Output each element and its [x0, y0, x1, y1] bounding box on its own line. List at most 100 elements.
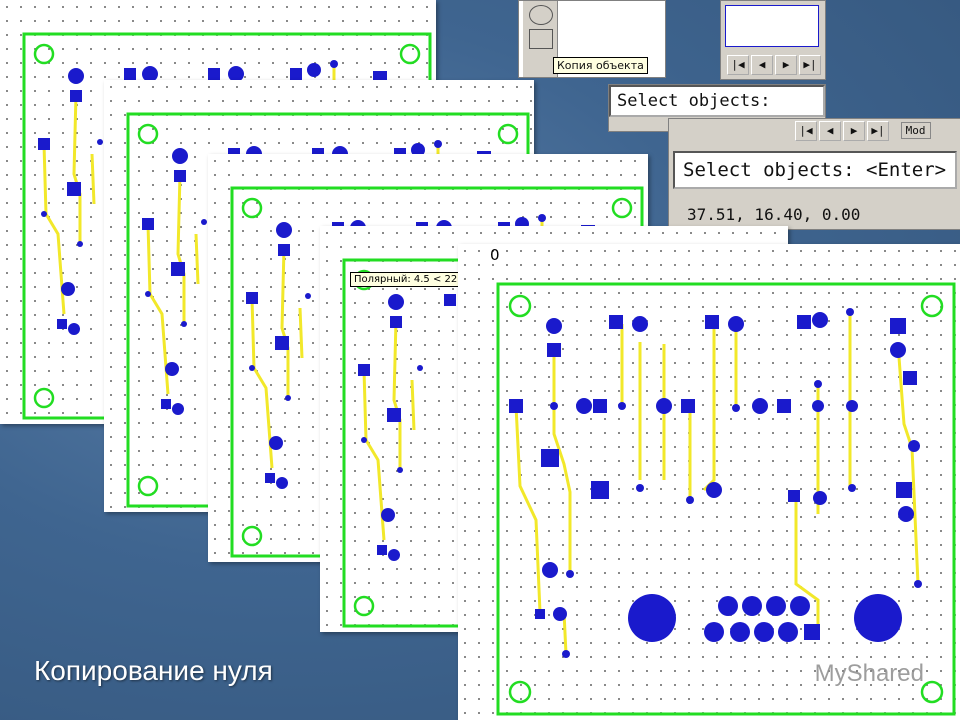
pad-round [276, 477, 288, 489]
mounting-hole [920, 294, 944, 318]
mounting-hole [137, 123, 159, 145]
mounting-hole [241, 525, 263, 547]
pad-round [812, 312, 828, 328]
cad-toolbar: Копия объекта [518, 0, 666, 78]
nav-last-icon[interactable]: ▶| [799, 55, 821, 75]
pad-round [388, 294, 404, 310]
pad-square [275, 336, 289, 350]
pad-round [566, 570, 574, 578]
pad-round [846, 308, 854, 316]
pad-square [609, 315, 623, 329]
pad-square [142, 218, 154, 230]
pad-round [813, 491, 827, 505]
mounting-hole [33, 43, 55, 65]
pad-round [636, 484, 644, 492]
pad-square [777, 399, 791, 413]
pad-square [358, 364, 370, 376]
pad-round [68, 323, 80, 335]
pad-round [172, 403, 184, 415]
pad-round [656, 398, 672, 414]
pad-round [381, 508, 395, 522]
nav-first-icon[interactable]: |◀ [727, 55, 749, 75]
pad-round [728, 316, 744, 332]
pad-square [161, 399, 171, 409]
pad-square [896, 482, 912, 498]
pad-round [854, 594, 902, 642]
pad-round [307, 63, 321, 77]
copy-object-tooltip: Копия объекта [553, 57, 648, 74]
pad-square [535, 609, 545, 619]
pad-round [730, 622, 750, 642]
pad-round [890, 342, 906, 358]
nav-first-icon[interactable]: |◀ [795, 121, 817, 141]
pad-round [41, 211, 47, 217]
pad-round [68, 68, 84, 84]
pad-round [553, 607, 567, 621]
pad-round [388, 549, 400, 561]
pad-round [914, 580, 922, 588]
pad-round [778, 622, 798, 642]
trace [146, 223, 170, 395]
tab-mod[interactable]: Mod [900, 122, 931, 139]
pad-square [67, 182, 81, 196]
nav-prev-icon[interactable]: ◀ [751, 55, 773, 75]
pad-round [61, 282, 75, 296]
nav-next-icon[interactable]: ▶ [843, 121, 865, 141]
pad-square [797, 315, 811, 329]
pad-round [898, 506, 914, 522]
nav-next-icon[interactable]: ▶ [775, 55, 797, 75]
pad-round [686, 496, 694, 504]
trace [298, 307, 304, 359]
trace [410, 379, 416, 431]
pad-round [550, 402, 558, 410]
trace [250, 297, 274, 469]
command-prompt-2[interactable]: Select objects: <Enter> [673, 151, 957, 189]
copy-object-icon[interactable] [529, 5, 553, 25]
pad-square [290, 68, 302, 80]
trace [280, 247, 290, 398]
pad-round [576, 398, 592, 414]
mounting-hole [399, 43, 421, 65]
trace [392, 319, 402, 470]
nav-prev-icon[interactable]: ◀ [819, 121, 841, 141]
nav-last-icon[interactable]: ▶| [867, 121, 889, 141]
mounting-hole [508, 680, 532, 704]
pad-square [903, 371, 917, 385]
move-icon[interactable] [529, 29, 553, 49]
pad-round [165, 362, 179, 376]
pad-round [790, 596, 810, 616]
pad-round [542, 562, 558, 578]
pad-round [285, 395, 291, 401]
trace [42, 143, 66, 315]
pad-round [754, 622, 774, 642]
command-prompt-1[interactable]: Select objects: [609, 85, 825, 117]
pad-round [562, 650, 570, 658]
pad-round [632, 316, 648, 332]
pad-square [174, 170, 186, 182]
pad-square [788, 490, 800, 502]
pad-round [538, 214, 546, 222]
pad-square [541, 449, 559, 467]
pad-round [397, 467, 403, 473]
pad-square [278, 244, 290, 256]
pad-square [57, 319, 67, 329]
pad-round [704, 622, 724, 642]
pad-square [444, 294, 456, 306]
pad-round [249, 365, 255, 371]
pad-square [547, 343, 561, 357]
pad-round [718, 596, 738, 616]
pad-square [804, 624, 820, 640]
pad-round [848, 484, 856, 492]
pad-square [387, 408, 401, 422]
pad-round [417, 365, 423, 371]
slide-caption: Копирование нуля [34, 655, 273, 686]
trace [72, 93, 82, 244]
mounting-hole [353, 595, 375, 617]
mounting-hole [920, 680, 944, 704]
pad-round [330, 60, 338, 68]
pad-round [766, 596, 786, 616]
mounting-hole [241, 197, 263, 219]
pcb-sheet-main[interactable]: 0 [458, 244, 960, 720]
pad-round [628, 594, 676, 642]
pad-round [732, 404, 740, 412]
